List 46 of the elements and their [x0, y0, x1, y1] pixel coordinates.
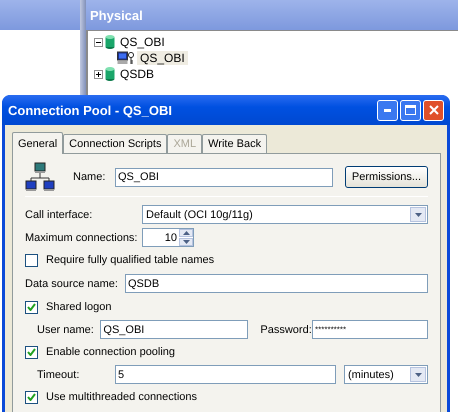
tab[interactable]: General — [12, 132, 64, 154]
field-label: User name: — [37, 324, 95, 336]
checkbox-label: Shared logon — [46, 301, 112, 313]
data-source-field[interactable]: QSDB — [125, 274, 428, 293]
max-connections-spinner[interactable]: 10 — [142, 228, 194, 247]
field-label: Data source name: — [25, 278, 119, 290]
field-label: Call interface: — [25, 208, 94, 220]
tab[interactable]: Connection Scripts — [63, 134, 168, 153]
collapse-icon[interactable] — [94, 38, 103, 46]
maximize-button[interactable] — [400, 100, 421, 120]
timeout-field[interactable]: 5 — [115, 365, 336, 384]
pane-title: Physical — [90, 8, 143, 22]
maximize-icon — [405, 105, 416, 115]
database-icon — [105, 35, 115, 49]
password-field[interactable]: ********** — [312, 320, 428, 339]
checkbox-label: Enable connection pooling — [46, 346, 176, 358]
network-icon — [25, 162, 55, 192]
checkbox[interactable] — [25, 300, 38, 314]
field-label: Timeout: — [37, 368, 80, 380]
field-label: Password: — [260, 324, 312, 336]
field-label: Name: — [73, 171, 106, 183]
minimize-icon — [384, 108, 391, 112]
tab[interactable]: Write Back — [202, 134, 268, 153]
window-title: Connection Pool - QS_OBI — [8, 102, 173, 118]
checkbox[interactable] — [25, 254, 38, 266]
close-icon — [428, 105, 438, 115]
database-icon — [105, 67, 115, 81]
timeout-unit-dropdown[interactable]: (minutes) — [344, 365, 428, 384]
tree-item[interactable]: QS_OBI — [137, 51, 188, 65]
minimize-button[interactable] — [377, 100, 398, 120]
permissions-button[interactable]: Permissions... — [344, 166, 428, 188]
checkbox[interactable] — [25, 390, 38, 404]
name-field[interactable]: QS_OBI — [115, 168, 333, 186]
spin-down-icon — [179, 238, 193, 246]
computer-key-icon — [117, 51, 135, 65]
field-label: Maximum connections: — [25, 232, 138, 244]
expand-icon[interactable] — [94, 70, 103, 78]
call-interface-dropdown[interactable]: Default (OCI 10g/11g) — [142, 205, 428, 224]
checkbox[interactable] — [25, 346, 38, 358]
checkbox-label: Use multithreaded connections — [46, 391, 198, 403]
spin-up-icon — [179, 229, 193, 237]
tree-item[interactable]: QSDB — [117, 67, 158, 81]
close-button[interactable] — [423, 100, 444, 120]
tree-item[interactable]: QS_OBI — [117, 35, 168, 49]
checkbox-label: Require fully qualified table names — [46, 254, 214, 266]
user-name-field[interactable]: QS_OBI — [100, 320, 248, 339]
